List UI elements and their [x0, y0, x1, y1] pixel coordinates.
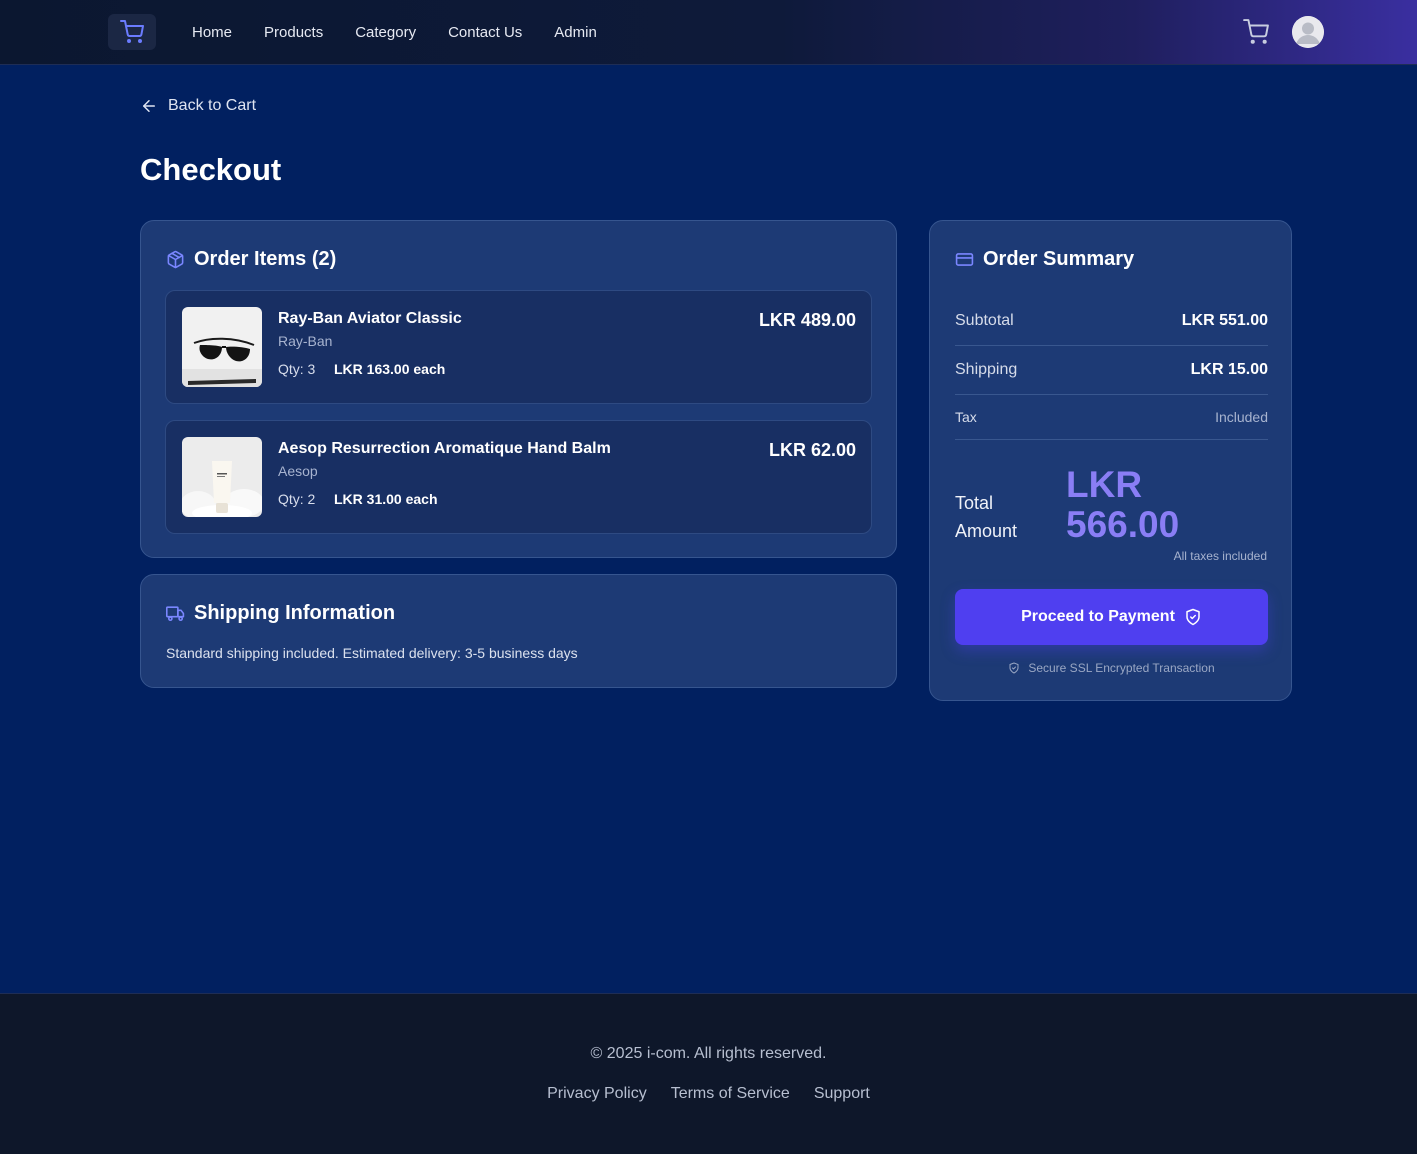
logo-button[interactable] — [108, 14, 156, 50]
proceed-to-payment-button[interactable]: Proceed to Payment — [955, 589, 1268, 645]
arrow-left-icon — [143, 100, 155, 112]
subtotal-label: Subtotal — [955, 312, 1014, 329]
shield-check-icon — [1186, 608, 1200, 626]
footer: © 2025 i-com. All rights reserved. Priva… — [0, 993, 1417, 1154]
footer-link-support[interactable]: Support — [814, 1085, 870, 1103]
item-unit-price: LKR 31.00 each — [334, 491, 438, 507]
taxes-note: All taxes included — [1173, 549, 1267, 563]
item-name: Aesop Resurrection Aromatique Hand Balm — [278, 440, 611, 457]
shield-check-icon — [1009, 662, 1019, 674]
item-quantity: Qty: 3 — [278, 361, 316, 377]
shipping-header: Shipping Information — [166, 602, 395, 625]
subtotal-row: Subtotal LKR 551.00 — [955, 297, 1268, 346]
order-items-title: Order Items (2) — [194, 248, 337, 270]
nav-cart-button[interactable] — [1243, 19, 1269, 45]
total-currency: LKR — [1066, 464, 1143, 505]
shipping-info-card: Shipping Information Standard shipping i… — [140, 574, 897, 688]
total-number: 566.00 — [1066, 504, 1180, 545]
secure-transaction-note: Secure SSL Encrypted Transaction — [930, 661, 1293, 675]
order-summary-title: Order Summary — [983, 248, 1135, 270]
item-total-price: LKR 489.00 — [758, 310, 856, 330]
total-label-line-1: Total — [955, 493, 994, 513]
shipping-label: Shipping — [955, 361, 1018, 378]
cart-icon — [1243, 19, 1269, 44]
item-brand: Aesop — [278, 463, 318, 479]
page-title: Checkout — [140, 152, 282, 187]
user-avatar-icon — [1292, 16, 1324, 48]
item-unit-price: LKR 163.00 each — [334, 361, 446, 377]
total-label-line-2: Amount — [955, 521, 1018, 541]
item-name: Ray-Ban Aviator Classic — [278, 310, 462, 327]
item-brand: Ray-Ban — [278, 333, 333, 349]
avatar[interactable] — [1292, 16, 1324, 48]
tax-value: Included — [1215, 409, 1268, 425]
nav-link-contact[interactable]: Contact Us — [448, 24, 522, 41]
order-item: Aesop Resurrection Aromatique Hand Balm … — [165, 420, 872, 534]
credit-card-icon — [955, 253, 974, 266]
product-image-sunglasses — [182, 307, 262, 387]
shipping-row: Shipping LKR 15.00 — [955, 346, 1268, 395]
total-amount-value: LKR 566.00 — [1066, 465, 1179, 545]
secure-transaction-text: Secure SSL Encrypted Transaction — [1028, 661, 1215, 675]
cart-icon — [120, 20, 144, 43]
tax-row: Tax Included — [955, 395, 1268, 440]
nav-link-products[interactable]: Products — [264, 24, 323, 41]
total-amount-label: Total Amount — [955, 489, 1017, 545]
back-to-cart-label: Back to Cart — [168, 97, 257, 114]
subtotal-value: LKR 551.00 — [1181, 312, 1268, 329]
shipping-description: Standard shipping included. Estimated de… — [166, 645, 578, 661]
nav-link-home[interactable]: Home — [192, 24, 232, 41]
footer-link-terms[interactable]: Terms of Service — [671, 1085, 790, 1103]
product-image-hand-balm — [182, 437, 262, 517]
order-summary-header: Order Summary — [955, 248, 1134, 271]
tax-label: Tax — [955, 409, 977, 425]
shipping-value: LKR 15.00 — [1190, 361, 1268, 378]
order-summary-card: Order Summary Subtotal LKR 551.00 Shippi… — [929, 220, 1292, 701]
nav-link-admin[interactable]: Admin — [554, 24, 597, 41]
truck-icon — [166, 606, 185, 622]
package-icon — [167, 250, 184, 269]
order-items-header: Order Items (2) — [166, 248, 336, 271]
order-items-card: Order Items (2) Ray-Ban Aviator Classic … — [140, 220, 897, 558]
footer-link-privacy[interactable]: Privacy Policy — [547, 1085, 647, 1103]
order-item: Ray-Ban Aviator Classic Ray-Ban Qty: 3 L… — [165, 290, 872, 404]
nav-link-category[interactable]: Category — [355, 24, 416, 41]
shipping-title: Shipping Information — [194, 602, 396, 624]
footer-links: Privacy Policy Terms of Service Support — [0, 1085, 1417, 1103]
item-total-price: LKR 62.00 — [768, 440, 856, 460]
copyright-text: © 2025 i-com. All rights reserved. — [590, 1045, 827, 1062]
navbar: Home Products Category Contact Us Admin — [0, 0, 1417, 65]
nav-links: Home Products Category Contact Us Admin — [192, 0, 629, 65]
back-to-cart-link[interactable]: Back to Cart — [140, 97, 256, 115]
item-quantity: Qty: 2 — [278, 491, 316, 507]
proceed-to-payment-label: Proceed to Payment — [1021, 608, 1175, 625]
